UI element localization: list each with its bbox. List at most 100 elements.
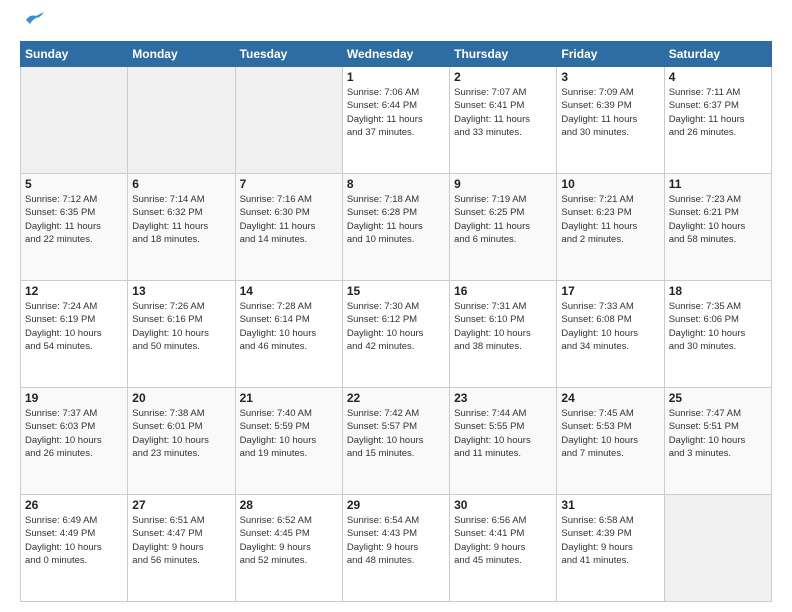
calendar-cell: 19 Sunrise: 7:37 AM Sunset: 6:03 PM Dayli… — [21, 388, 128, 495]
day-info: Sunrise: 7:44 AM Sunset: 5:55 PM Dayligh… — [454, 407, 552, 460]
calendar-cell: 12Sunrise: 7:24 AM Sunset: 6:19 PM Dayli… — [21, 281, 128, 388]
day-number: 16 — [454, 284, 552, 298]
day-number: 20 — [132, 391, 230, 405]
calendar-cell: 8 Sunrise: 7:18 AM Sunset: 6:28 PM Daylig… — [342, 174, 449, 281]
day-info: Sunrise: 7:30 AM Sunset: 6:12 PM Dayligh… — [347, 300, 445, 353]
day-info: Sunrise: 7:37 AM Sunset: 6:03 PM Dayligh… — [25, 407, 123, 460]
day-info: Sunrise: 7:18 AM Sunset: 6:28 PM Dayligh… — [347, 193, 445, 246]
weekday-header-sunday: Sunday — [21, 42, 128, 67]
day-info: Sunrise: 7:12 AM Sunset: 6:35 PM Dayligh… — [25, 193, 123, 246]
weekday-header-tuesday: Tuesday — [235, 42, 342, 67]
day-info: Sunrise: 6:51 AM Sunset: 4:47 PM Dayligh… — [132, 514, 230, 567]
day-info: Sunrise: 7:16 AM Sunset: 6:30 PM Dayligh… — [240, 193, 338, 246]
calendar-cell: 23Sunrise: 7:44 AM Sunset: 5:55 PM Dayli… — [450, 388, 557, 495]
day-info: Sunrise: 7:47 AM Sunset: 5:51 PM Dayligh… — [669, 407, 767, 460]
calendar-week-5: 26Sunrise: 6:49 AM Sunset: 4:49 PM Dayli… — [21, 495, 772, 602]
day-number: 13 — [132, 284, 230, 298]
calendar-cell: 14Sunrise: 7:28 AM Sunset: 6:14 PM Dayli… — [235, 281, 342, 388]
day-info: Sunrise: 7:28 AM Sunset: 6:14 PM Dayligh… — [240, 300, 338, 353]
calendar-cell: 6 Sunrise: 7:14 AM Sunset: 6:32 PM Daylig… — [128, 174, 235, 281]
day-number: 6 — [132, 177, 230, 191]
calendar-cell: 4 Sunrise: 7:11 AM Sunset: 6:37 PM Daylig… — [664, 67, 771, 174]
calendar-cell: 13 Sunrise: 7:26 AM Sunset: 6:16 PM Dayli… — [128, 281, 235, 388]
day-number: 21 — [240, 391, 338, 405]
day-number: 8 — [347, 177, 445, 191]
calendar-cell — [235, 67, 342, 174]
calendar-week-2: 5 Sunrise: 7:12 AM Sunset: 6:35 PM Daylig… — [21, 174, 772, 281]
day-number: 27 — [132, 498, 230, 512]
calendar-cell: 10 Sunrise: 7:21 AM Sunset: 6:23 PM Dayli… — [557, 174, 664, 281]
calendar-cell: 30 Sunrise: 6:56 AM Sunset: 4:41 PM Dayli… — [450, 495, 557, 602]
day-info: Sunrise: 6:56 AM Sunset: 4:41 PM Dayligh… — [454, 514, 552, 567]
day-info: Sunrise: 6:52 AM Sunset: 4:45 PM Dayligh… — [240, 514, 338, 567]
day-info: Sunrise: 7:07 AM Sunset: 6:41 PM Dayligh… — [454, 86, 552, 139]
logo-bird-icon — [22, 12, 44, 33]
day-info: Sunrise: 7:45 AM Sunset: 5:53 PM Dayligh… — [561, 407, 659, 460]
calendar-cell — [128, 67, 235, 174]
day-number: 5 — [25, 177, 123, 191]
day-number: 29 — [347, 498, 445, 512]
calendar-cell: 29 Sunrise: 6:54 AM Sunset: 4:43 PM Dayli… — [342, 495, 449, 602]
calendar-cell: 24 Sunrise: 7:45 AM Sunset: 5:53 PM Dayli… — [557, 388, 664, 495]
day-info: Sunrise: 7:42 AM Sunset: 5:57 PM Dayligh… — [347, 407, 445, 460]
day-info: Sunrise: 6:54 AM Sunset: 4:43 PM Dayligh… — [347, 514, 445, 567]
calendar-cell: 25 Sunrise: 7:47 AM Sunset: 5:51 PM Dayli… — [664, 388, 771, 495]
calendar-week-1: 1 Sunrise: 7:06 AM Sunset: 6:44 PM Daylig… — [21, 67, 772, 174]
logo — [20, 18, 44, 33]
calendar-cell: 7 Sunrise: 7:16 AM Sunset: 6:30 PM Daylig… — [235, 174, 342, 281]
calendar-cell: 9Sunrise: 7:19 AM Sunset: 6:25 PM Daylig… — [450, 174, 557, 281]
day-number: 17 — [561, 284, 659, 298]
day-number: 2 — [454, 70, 552, 84]
weekday-header-monday: Monday — [128, 42, 235, 67]
calendar-cell: 20 Sunrise: 7:38 AM Sunset: 6:01 PM Dayli… — [128, 388, 235, 495]
calendar-week-4: 19 Sunrise: 7:37 AM Sunset: 6:03 PM Dayli… — [21, 388, 772, 495]
calendar-cell: 31Sunrise: 6:58 AM Sunset: 4:39 PM Dayli… — [557, 495, 664, 602]
header — [20, 18, 772, 33]
day-info: Sunrise: 7:24 AM Sunset: 6:19 PM Dayligh… — [25, 300, 123, 353]
day-number: 4 — [669, 70, 767, 84]
calendar-table: SundayMondayTuesdayWednesdayThursdayFrid… — [20, 41, 772, 602]
day-info: Sunrise: 7:35 AM Sunset: 6:06 PM Dayligh… — [669, 300, 767, 353]
day-number: 28 — [240, 498, 338, 512]
calendar-cell: 18 Sunrise: 7:35 AM Sunset: 6:06 PM Dayli… — [664, 281, 771, 388]
calendar-cell — [21, 67, 128, 174]
day-info: Sunrise: 6:58 AM Sunset: 4:39 PM Dayligh… — [561, 514, 659, 567]
day-number: 30 — [454, 498, 552, 512]
day-number: 7 — [240, 177, 338, 191]
day-info: Sunrise: 7:11 AM Sunset: 6:37 PM Dayligh… — [669, 86, 767, 139]
day-number: 18 — [669, 284, 767, 298]
calendar-cell: 16 Sunrise: 7:31 AM Sunset: 6:10 PM Dayli… — [450, 281, 557, 388]
calendar-cell — [664, 495, 771, 602]
day-number: 24 — [561, 391, 659, 405]
calendar-cell: 21Sunrise: 7:40 AM Sunset: 5:59 PM Dayli… — [235, 388, 342, 495]
day-info: Sunrise: 7:26 AM Sunset: 6:16 PM Dayligh… — [132, 300, 230, 353]
calendar-cell: 15 Sunrise: 7:30 AM Sunset: 6:12 PM Dayli… — [342, 281, 449, 388]
day-number: 1 — [347, 70, 445, 84]
day-info: Sunrise: 7:19 AM Sunset: 6:25 PM Dayligh… — [454, 193, 552, 246]
day-number: 10 — [561, 177, 659, 191]
day-number: 22 — [347, 391, 445, 405]
day-info: Sunrise: 7:14 AM Sunset: 6:32 PM Dayligh… — [132, 193, 230, 246]
weekday-header-thursday: Thursday — [450, 42, 557, 67]
day-info: Sunrise: 7:23 AM Sunset: 6:21 PM Dayligh… — [669, 193, 767, 246]
day-number: 25 — [669, 391, 767, 405]
calendar-cell: 22 Sunrise: 7:42 AM Sunset: 5:57 PM Dayli… — [342, 388, 449, 495]
weekday-header-row: SundayMondayTuesdayWednesdayThursdayFrid… — [21, 42, 772, 67]
day-info: Sunrise: 7:33 AM Sunset: 6:08 PM Dayligh… — [561, 300, 659, 353]
day-info: Sunrise: 7:06 AM Sunset: 6:44 PM Dayligh… — [347, 86, 445, 139]
calendar-cell: 2 Sunrise: 7:07 AM Sunset: 6:41 PM Daylig… — [450, 67, 557, 174]
day-number: 26 — [25, 498, 123, 512]
day-number: 19 — [25, 391, 123, 405]
calendar-cell: 11Sunrise: 7:23 AM Sunset: 6:21 PM Dayli… — [664, 174, 771, 281]
calendar-week-3: 12Sunrise: 7:24 AM Sunset: 6:19 PM Dayli… — [21, 281, 772, 388]
calendar-cell: 26Sunrise: 6:49 AM Sunset: 4:49 PM Dayli… — [21, 495, 128, 602]
day-info: Sunrise: 7:21 AM Sunset: 6:23 PM Dayligh… — [561, 193, 659, 246]
day-info: Sunrise: 7:38 AM Sunset: 6:01 PM Dayligh… — [132, 407, 230, 460]
page: SundayMondayTuesdayWednesdayThursdayFrid… — [0, 0, 792, 612]
day-number: 15 — [347, 284, 445, 298]
calendar-cell: 27 Sunrise: 6:51 AM Sunset: 4:47 PM Dayli… — [128, 495, 235, 602]
weekday-header-friday: Friday — [557, 42, 664, 67]
weekday-header-wednesday: Wednesday — [342, 42, 449, 67]
day-info: Sunrise: 7:31 AM Sunset: 6:10 PM Dayligh… — [454, 300, 552, 353]
calendar-cell: 5 Sunrise: 7:12 AM Sunset: 6:35 PM Daylig… — [21, 174, 128, 281]
